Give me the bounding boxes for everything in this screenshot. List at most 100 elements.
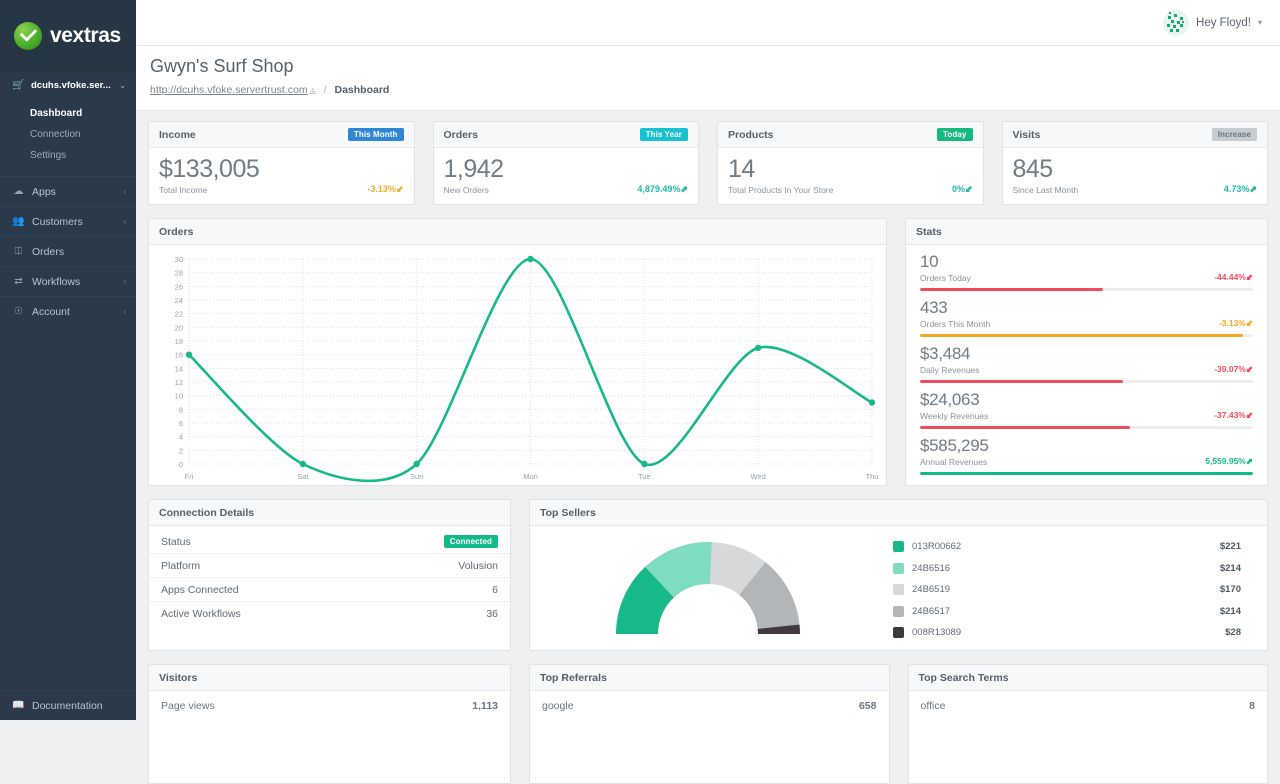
stat-item: $3,484 Daily Revenues -39.07%⬋ [906,344,1267,383]
card-header: Visits Increase [1002,122,1267,148]
list-item: office 8 [909,691,1268,713]
stat-label: Orders Today [920,273,971,283]
detail-value: 36 [486,608,498,620]
stat-delta: -3.13%⬋ [1218,318,1253,328]
connection-and-sellers-row: Connection Details Status Connected Plat… [148,499,1268,651]
sidebar-item-orders[interactable]: ⎅ Orders [0,236,136,266]
stat-label: Weekly Revenues [920,411,989,421]
sidebar-item-label: Customers [32,215,83,228]
card-title: Products [728,128,774,141]
svg-text:Fri: Fri [185,472,194,481]
kpi-card-income: Income This Month $133,005 Total Income … [148,121,415,205]
chevron-down-icon[interactable]: ▾ [1258,18,1262,27]
status-badge: Increase [1211,128,1257,141]
stat-delta: -37.43%⬋ [1214,410,1253,420]
cart-icon: 🛒 [12,80,25,91]
legend-item: 008R13089 $28 [893,622,1241,644]
kpi-card-products: Products Today 14 Total Products In Your… [717,121,984,205]
sidebar-item-label: Account [32,305,70,318]
stat-progress-bar [920,426,1253,429]
stat-delta: -39.07%⬋ [1214,364,1253,374]
legend-label: 24B6516 [912,562,951,574]
stat-delta: -44.44%⬋ [1214,272,1253,282]
avatar[interactable] [1163,9,1190,36]
legend-amount: $214 [1219,562,1241,574]
cloud-icon: ☁ [13,186,24,197]
brand-logo[interactable]: vextras [0,0,136,72]
stat-progress-bar [920,334,1253,337]
list-item-label: Page views [161,699,215,712]
store-url-link[interactable]: http://dcuhs.vfoke.servertrust.com [150,84,308,96]
orders-chart-panel: Orders 0 2 4 6 8 10 12 14 16 18 20 22 24 26 28 30 Fri Sat… [148,218,887,486]
legend-label: 013R00662 [912,541,962,553]
stat-value: $3,484 [920,344,971,363]
svg-text:18: 18 [175,337,183,346]
breadcrumb-current: Dashboard [334,84,390,96]
svg-text:Sat: Sat [297,472,309,481]
kpi-delta: 4,879.49%⬈ [637,184,688,194]
list-item-label: google [542,699,574,712]
sidebar-item-customers[interactable]: 👥 Customers ‹ [0,206,136,236]
svg-text:30: 30 [175,255,183,264]
kpi-label: Total Products In Your Store [728,185,834,195]
bag-icon: ⎅ [14,246,23,257]
list-item-value: 1,113 [472,699,498,712]
svg-text:28: 28 [175,269,183,278]
legend-item: 24B6517 $214 [893,601,1241,623]
legend-amount: $170 [1219,584,1241,596]
card-header: Connection Details [149,500,510,526]
legend-item: 24B6519 $170 [893,579,1241,601]
stat-value: $24,063 [920,390,980,409]
card-title: Orders [159,225,194,238]
svg-text:26: 26 [175,282,183,291]
breadcrumb: http://dcuhs.vfoke.servertrust.com ◬ / Da… [150,84,1280,96]
top-search-terms-panel: Top Search Terms office 8 [907,664,1268,784]
legend-swatch [893,605,904,617]
kpi-card-visits: Visits Increase 845 Since Last Month 4.7… [1001,121,1268,205]
sidebar: vextras 🛒 dcuhs.vfoke.ser... ⌄ Dashboard… [0,0,136,720]
legend-item: 013R00662 $221 [893,536,1241,558]
sidebar-item-connection[interactable]: Connection [0,124,136,145]
legend-label: 24B6519 [912,584,951,596]
user-greeting: Hey Floyd! [1196,16,1251,29]
card-header: Top Search Terms [908,665,1267,691]
check-circle-logo-icon [14,22,42,50]
list-item: google 658 [530,691,889,713]
legend-label: 008R13089 [912,627,962,639]
kpi-delta: 4.73%⬈ [1223,184,1257,194]
stat-delta: 5,559.95%⬈ [1205,456,1253,466]
stat-progress-bar [920,380,1253,383]
kpi-delta: 0%⬋ [951,184,973,194]
top-sellers-panel: Top Sellers 013R00662 $221 24B6516 $214 [529,499,1268,651]
store-selector[interactable]: 🛒 dcuhs.vfoke.ser... ⌄ [0,72,136,99]
card-header: Income This Month [149,122,414,148]
brand-name: vextras [50,24,121,47]
legend-swatch [893,562,904,574]
sidebar-item-label: Apps [32,185,56,198]
chart-and-stats-row: Orders 0 2 4 6 8 10 12 14 16 18 20 22 24 26 28 30 Fri Sat… [148,218,1268,486]
breadcrumb-separator: / [323,84,327,96]
connection-details-list: Status Connected Platform Volusion Apps … [149,526,510,626]
kpi-value: 14 [728,155,755,183]
users-icon: 👥 [12,216,25,227]
sidebar-item-settings[interactable]: Settings [0,145,136,166]
page-header: Gwyn's Surf Shop http://dcuhs.vfoke.serv… [136,46,1280,111]
kpi-value: 845 [1012,155,1054,183]
svg-text:Thu: Thu [866,472,879,481]
svg-text:4: 4 [179,433,183,442]
sidebar-item-dashboard[interactable]: Dashboard [0,103,136,124]
chevron-left-icon: ‹ [123,277,126,286]
stat-progress-bar [920,472,1253,475]
card-title: Visits [1012,128,1041,141]
sidebar-item-documentation[interactable]: 📖 Documentation [0,690,136,720]
sidebar-item-workflows[interactable]: ⇄ Workflows ‹ [0,266,136,296]
legend-amount: $28 [1225,627,1241,639]
svg-text:22: 22 [175,310,183,319]
svg-text:12: 12 [175,378,183,387]
status-badge: This Year [639,128,688,141]
sidebar-item-account[interactable]: ☉ Account ‹ [0,296,136,326]
kpi-label: Since Last Month [1012,185,1079,195]
card-header: Stats [906,219,1267,245]
sidebar-item-apps[interactable]: ☁ Apps ‹ [0,176,136,206]
stat-progress-bar [920,288,1253,291]
